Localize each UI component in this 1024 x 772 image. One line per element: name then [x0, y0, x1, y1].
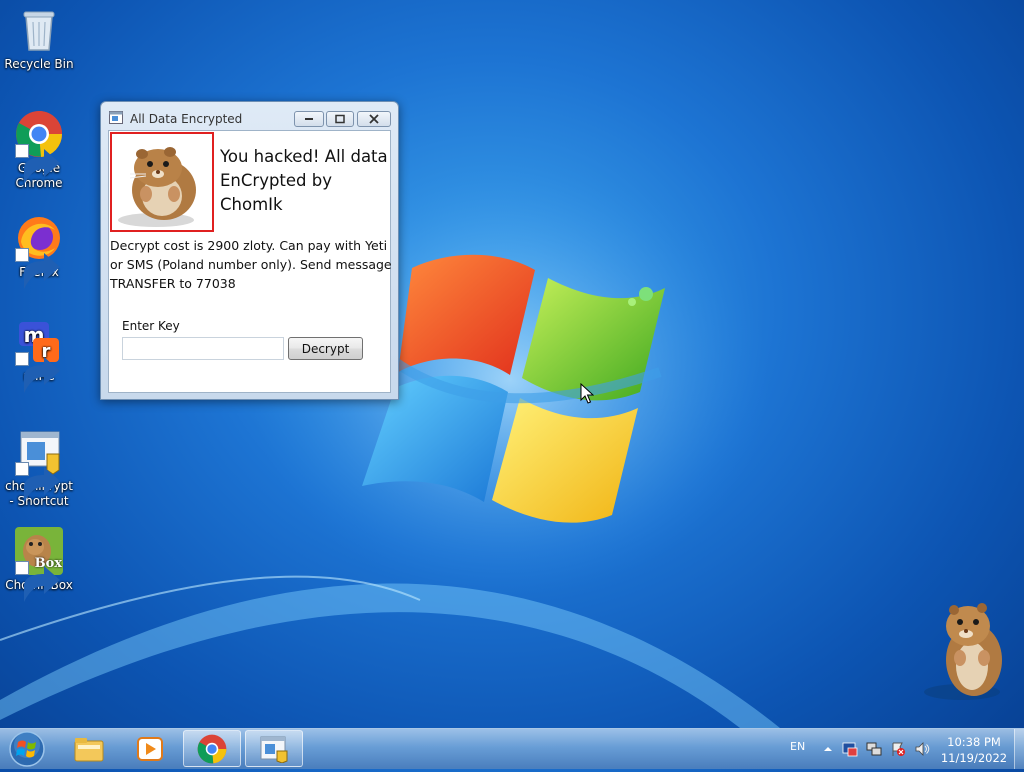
desktop-icon-label: Recycle Bin: [4, 57, 74, 71]
mirc-icon: m r: [15, 318, 63, 393]
desktop-icon-firefox[interactable]: Firefox: [2, 214, 76, 289]
ransom-headline: You hacked! All data EnCrypted by ChomIk: [220, 147, 388, 214]
taskbar: EN 10:38 PM 11/19/2022: [0, 728, 1024, 769]
window-title-bar[interactable]: All Data Encrypted: [101, 102, 398, 130]
clock-date[interactable]: 11/19/2022: [935, 751, 1013, 765]
desktop-icon-chomikbox[interactable]: Box ChomikBox: [2, 527, 76, 602]
key-input[interactable]: [122, 337, 284, 360]
shortcut-arrow-icon: [15, 144, 60, 185]
window-content: You hacked! All data EnCrypted by ChomIk…: [108, 130, 392, 393]
taskbar-item-file-explorer[interactable]: [60, 730, 118, 767]
minimize-button[interactable]: [294, 111, 324, 127]
shortcut-arrow-icon: [15, 352, 60, 393]
chrome-icon: [197, 734, 227, 763]
clock-time[interactable]: 10:38 PM: [935, 735, 1013, 749]
ransom-message: Decrypt cost is 2900 zloty. Can pay with…: [110, 238, 392, 291]
desktop-icon-chomikrypt-shortcut[interactable]: chomikrypt - Shortcut: [2, 428, 76, 509]
taskbar-item-media-player[interactable]: [121, 730, 179, 767]
app-window-icon: [15, 428, 63, 503]
chomikbox-icon: Box: [15, 527, 63, 602]
network-icon[interactable]: [866, 741, 882, 757]
chrome-icon: [15, 110, 63, 185]
firefox-icon: [15, 214, 63, 289]
key-label: Enter Key: [122, 319, 180, 333]
volume-icon[interactable]: [914, 741, 930, 757]
recycle-bin-icon: [15, 6, 63, 54]
desktop-icon-google-chrome[interactable]: Google Chrome: [2, 110, 76, 191]
hamster-image: [110, 132, 214, 232]
show-desktop-button[interactable]: [1014, 729, 1024, 769]
window-title: All Data Encrypted: [130, 112, 243, 126]
windows-logo-icon: [9, 731, 45, 767]
shortcut-arrow-icon: [15, 462, 60, 503]
taskbar-item-chomikrypt[interactable]: [245, 730, 303, 767]
desktop-hamster-icon: [924, 603, 1002, 700]
desktop-icon-recycle-bin[interactable]: Recycle Bin: [2, 6, 76, 72]
media-player-icon: [137, 736, 163, 761]
shortcut-arrow-icon: [15, 248, 60, 289]
start-button[interactable]: [4, 730, 50, 768]
show-hidden-icons-icon[interactable]: [820, 741, 836, 757]
keyboard-language-icon[interactable]: [842, 741, 858, 757]
file-explorer-icon: [74, 737, 104, 761]
taskbar-item-chrome[interactable]: [183, 730, 241, 767]
close-button[interactable]: [357, 111, 391, 127]
app-window-icon: [109, 111, 123, 124]
ransom-window[interactable]: All Data Encrypted You hacked! All data …: [100, 101, 399, 400]
app-window-icon: [260, 736, 288, 763]
maximize-button[interactable]: [326, 111, 354, 127]
decrypt-button[interactable]: Decrypt: [288, 337, 363, 360]
action-center-flag-icon[interactable]: [890, 741, 906, 757]
desktop-icon-mirc[interactable]: m r mIRC: [2, 318, 76, 393]
shortcut-arrow-icon: [15, 561, 60, 602]
tray-language[interactable]: EN: [790, 740, 805, 753]
hamster-icon: [118, 147, 196, 227]
mouse-cursor-icon: [580, 383, 594, 404]
